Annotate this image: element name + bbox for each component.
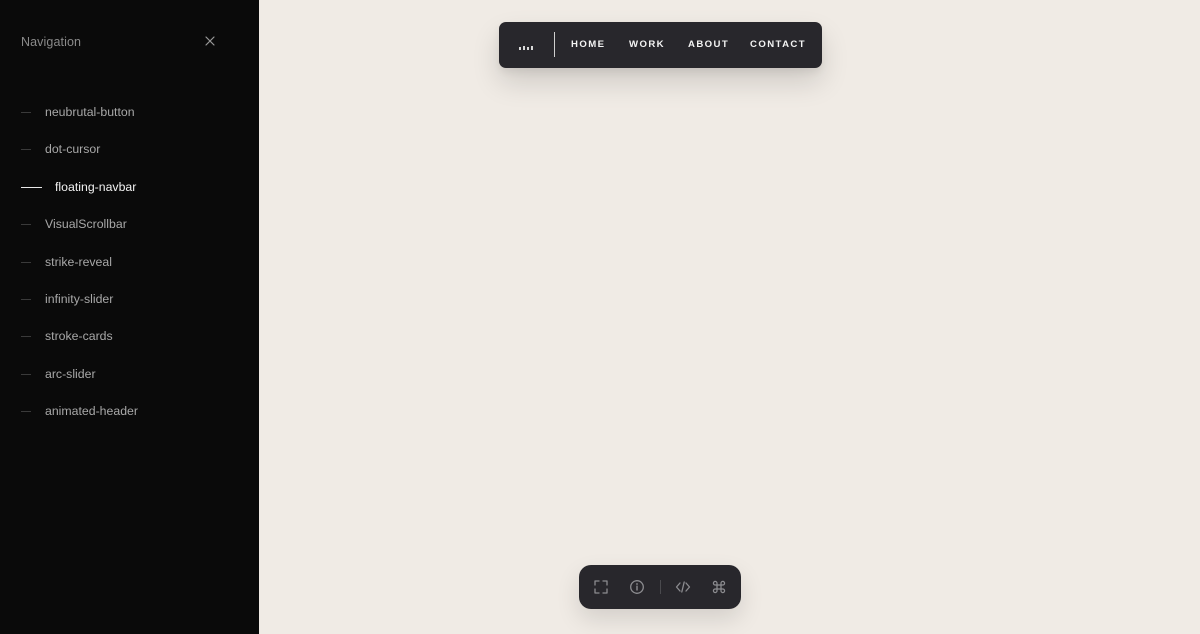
close-button[interactable]: [202, 33, 218, 49]
sidebar-item-animated-header[interactable]: animated-header: [21, 402, 138, 439]
sidebar-item-infinity-slider[interactable]: infinity-slider: [21, 290, 138, 327]
info-button[interactable]: [627, 577, 647, 597]
code-button[interactable]: [673, 577, 693, 597]
nav-indicator-line: [21, 373, 31, 375]
nav-indicator-line: [21, 336, 31, 338]
nav-link-contact[interactable]: CONTACT: [750, 39, 806, 51]
sidebar-item-neubrutal-button[interactable]: neubrutal-button: [21, 103, 138, 140]
sidebar-item-arc-slider[interactable]: arc-slider: [21, 365, 138, 402]
navbar-divider: [554, 32, 555, 57]
sidebar-item-stroke-cards[interactable]: stroke-cards: [21, 327, 138, 364]
sidebar-item-label: VisualScrollbar: [45, 217, 127, 232]
sidebar-item-floating-navbar[interactable]: floating-navbar: [21, 178, 138, 215]
sidebar-item-label: neubrutal-button: [45, 105, 135, 119]
sidebar-item-label: strike-reveal: [45, 254, 112, 269]
nav-indicator-line: [21, 411, 31, 413]
nav-indicator-line: [21, 186, 42, 188]
sidebar-title: Navigation: [21, 35, 82, 49]
nav-link-home[interactable]: HOME: [571, 39, 605, 51]
code-icon: [675, 581, 691, 593]
bottom-toolbar: [579, 565, 741, 609]
bars-logo-icon[interactable]: [519, 44, 533, 50]
nav-indicator-line: [21, 112, 31, 113]
toolbar-divider: [660, 580, 661, 594]
command-button[interactable]: [709, 577, 729, 597]
nav-link-work[interactable]: WORK: [629, 39, 665, 51]
sidebar-item-label: dot-cursor: [45, 142, 101, 157]
sidebar-item-label: arc-slider: [45, 366, 96, 381]
sidebar-header: Navigation: [21, 35, 217, 51]
nav-indicator-line: [21, 149, 31, 151]
fullscreen-button[interactable]: [591, 577, 611, 597]
sidebar-nav-list: neubrutal-button dot-cursor floating-nav…: [21, 103, 138, 440]
nav-indicator-line: [21, 224, 31, 226]
sidebar-item-visualscrollbar[interactable]: VisualScrollbar: [21, 215, 138, 252]
sidebar-item-label: floating-navbar: [55, 179, 137, 194]
sidebar-item-label: infinity-slider: [45, 291, 114, 306]
info-icon: [630, 580, 644, 594]
nav-link-about[interactable]: ABOUT: [688, 39, 729, 51]
command-icon: [712, 580, 726, 594]
sidebar-item-dot-cursor[interactable]: dot-cursor: [21, 140, 138, 177]
nav-indicator-line: [21, 298, 31, 300]
sidebar: Navigation neubrutal-button dot-cursor f…: [0, 0, 259, 634]
floating-navbar: HOME WORK ABOUT CONTACT: [499, 22, 822, 68]
sidebar-item-label: stroke-cards: [45, 329, 113, 344]
sidebar-item-label: animated-header: [45, 404, 138, 419]
fullscreen-icon: [594, 580, 608, 594]
close-icon: [205, 36, 215, 46]
nav-indicator-line: [21, 261, 31, 263]
sidebar-item-strike-reveal[interactable]: strike-reveal: [21, 253, 138, 290]
